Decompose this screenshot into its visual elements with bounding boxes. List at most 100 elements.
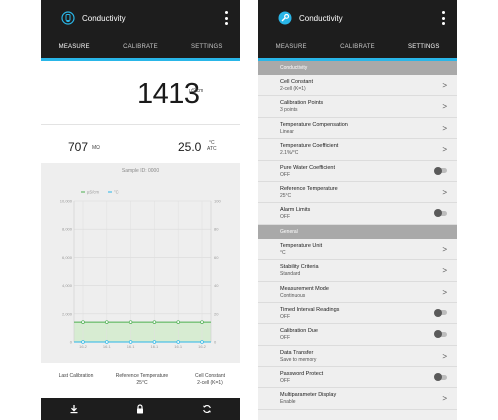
settings-item-title: Alarm Limits [280, 207, 311, 214]
settings-item[interactable]: Timed Interval Readings OFF [258, 303, 457, 325]
settings-item-title: Cell Constant [280, 79, 314, 85]
settings-item-value: Standard [280, 271, 301, 278]
settings-item[interactable]: Stability Criteria Standard > [258, 260, 457, 282]
toggle-switch[interactable] [434, 330, 448, 339]
y-left-tick-label: 6,000 [62, 255, 73, 260]
tab-settings[interactable]: SETTINGS [174, 36, 240, 58]
last-calibration: Last Calibration [53, 373, 99, 380]
app-title: Conductivity [299, 13, 343, 23]
chevron-right-icon: > [442, 351, 447, 361]
toggle-knob [434, 373, 442, 382]
tab-calibrate[interactable]: CALIBRATE [107, 36, 173, 58]
toggle-switch[interactable] [434, 308, 448, 317]
chevron-right-icon: > [442, 123, 447, 133]
y-right-tick-label: 0 [214, 340, 217, 345]
settings-item[interactable]: Temperature Compensation Linear > [258, 118, 457, 140]
settings-item[interactable]: Cell Constant 2-cell (K=1) > [258, 75, 457, 97]
y-left-tick-label: 8,000 [62, 227, 73, 232]
conductivity-point [105, 320, 109, 324]
wrench-icon [278, 11, 292, 25]
reference-temperature-value: 25°C [136, 379, 148, 386]
y-left-tick-label: 2,000 [62, 311, 73, 316]
settings-item-value: OFF [280, 171, 290, 178]
x-tick-label: 16.1 [174, 344, 183, 349]
settings-item[interactable]: Multiparameter Display Enable > [258, 388, 457, 410]
tab-measure[interactable]: MEASURE [258, 36, 324, 58]
settings-item-title: Pure Water Coefficient [280, 164, 336, 171]
settings-item[interactable]: Measurement Mode Continuous > [258, 282, 457, 303]
conductivity-point [152, 320, 157, 324]
y-left-tick-label: 0 [70, 340, 73, 345]
temperature-point [176, 340, 180, 344]
settings-item-value: OFF [280, 335, 290, 342]
cell-constant-value: 2-cell (K=1) [197, 379, 223, 386]
tab-bar: MEASURE CALIBRATE SETTINGS [41, 36, 240, 58]
conductivity-value: 1413 [137, 78, 200, 110]
chevron-right-icon: > [442, 287, 447, 297]
settings-item[interactable]: Temperature Unit °C > [258, 239, 457, 261]
settings-item-value: 2-cell (K=1) [280, 86, 306, 92]
reading-divider [41, 124, 240, 125]
y-right-tick-label: 100 [214, 199, 221, 204]
temperature-point [200, 340, 204, 344]
y-right-tick-label: 20 [214, 311, 219, 316]
chevron-right-icon: > [442, 244, 447, 254]
toggle-switch[interactable] [434, 373, 448, 382]
settings-item-value: Save to memory [280, 356, 317, 363]
settings-item-title: Measurement Mode [280, 285, 329, 292]
settings-item[interactable]: Alarm Limits OFF [258, 203, 457, 225]
tab-calibrate[interactable]: CALIBRATE [324, 36, 390, 58]
app-bar: Conductivity [41, 0, 240, 36]
app-bar: Conductivity [258, 0, 457, 36]
temperature-point [105, 340, 109, 344]
toggle-switch[interactable] [434, 209, 448, 218]
settings-screen: Conductivity MEASURE CALIBRATE SETTINGS … [258, 0, 457, 420]
active-tab-indicator [41, 58, 240, 61]
settings-item[interactable]: Calibration Points 3 points > [258, 96, 457, 118]
temperature-point [128, 340, 133, 344]
toggle-switch[interactable] [434, 166, 448, 175]
settings-item-value: 25°C [280, 192, 292, 199]
bottom-action-bar [41, 398, 240, 420]
chevron-right-icon: > [442, 266, 447, 276]
conductivity-point [200, 320, 204, 324]
main-reading: 1413 µS/cm [41, 78, 240, 112]
conductivity-area-fill [74, 322, 211, 342]
section-header: General [258, 224, 457, 239]
chevron-right-icon: > [442, 145, 447, 155]
y-right-tick-label: 40 [214, 283, 219, 288]
cell-constant-label: Cell Constant [194, 373, 225, 379]
settings-item[interactable]: Reference Temperature 25°C > [258, 182, 457, 204]
refresh-icon[interactable] [202, 404, 212, 414]
settings-item[interactable]: Password Protect OFF [258, 367, 457, 389]
measurement-info: Last Calibration Reference Temperature 2… [41, 373, 240, 391]
x-tick-label: 16.2 [198, 344, 207, 349]
secondary-readings: 707 MΩ 25.0 °C ATC [41, 136, 240, 158]
settings-item[interactable]: Temperature Coefficient 2.1%/°C > [258, 139, 457, 161]
tab-bar: MEASURE CALIBRATE SETTINGS [258, 36, 457, 58]
settings-item-value: OFF [280, 378, 290, 385]
settings-item-title: Temperature Unit [280, 242, 323, 249]
settings-item[interactable]: Data Transfer Save to memory > [258, 346, 457, 368]
settings-item-value: Linear [280, 128, 294, 135]
y-right-tick-label: 80 [214, 227, 219, 232]
tab-measure[interactable]: MEASURE [41, 36, 107, 58]
download-icon[interactable] [69, 404, 79, 414]
chevron-right-icon: > [442, 102, 447, 112]
settings-item-title: Multiparameter Display [280, 392, 337, 399]
temperature-unit: °C ATC [207, 140, 217, 152]
settings-item-value: OFF [280, 214, 290, 221]
settings-item-value: Enable [280, 399, 296, 406]
overflow-menu-icon[interactable] [441, 11, 445, 25]
y-left-tick-label: 4,000 [62, 283, 73, 288]
tab-settings[interactable]: SETTINGS [391, 36, 457, 58]
conductivity-unit: µS/cm [189, 88, 204, 94]
settings-item-title: Timed Interval Readings [280, 306, 340, 313]
overflow-menu-icon[interactable] [224, 11, 228, 25]
settings-item[interactable]: Calibration Due OFF [258, 324, 457, 346]
lock-icon[interactable] [135, 404, 145, 414]
reference-temperature-label: Reference Temperature [115, 373, 169, 379]
cell-constant: Cell Constant 2-cell (K=1) [185, 373, 235, 386]
settings-item[interactable]: Pure Water Coefficient OFF [258, 161, 457, 182]
settings-item-title: Temperature Coefficient [280, 143, 339, 150]
